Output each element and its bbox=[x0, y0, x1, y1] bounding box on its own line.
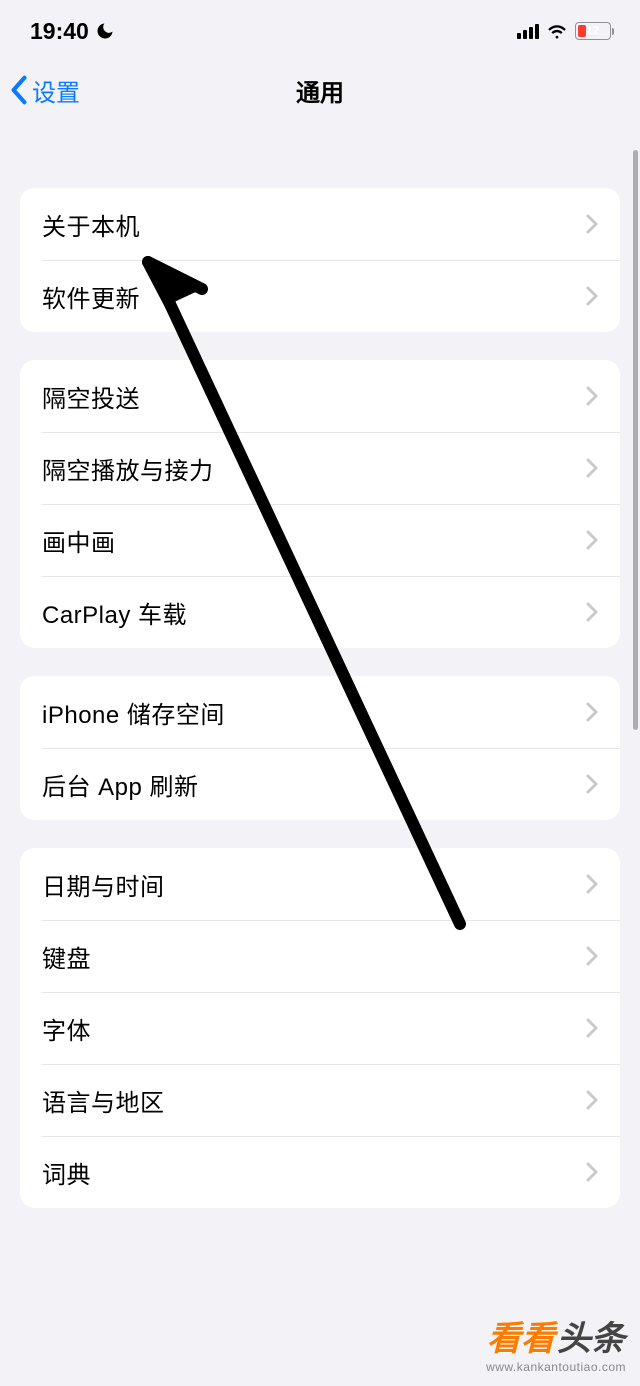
row-airdrop[interactable]: 隔空投送 bbox=[20, 360, 620, 432]
nav-bar: 设置 通用 bbox=[0, 58, 640, 140]
chevron-right-icon bbox=[586, 874, 598, 894]
status-bar: 19:40 12 bbox=[0, 0, 640, 58]
row-fonts[interactable]: 字体 bbox=[20, 992, 620, 1064]
row-language-region[interactable]: 语言与地区 bbox=[20, 1064, 620, 1136]
chevron-right-icon bbox=[586, 702, 598, 722]
row-label: 日期与时间 bbox=[42, 867, 165, 902]
row-label: 字体 bbox=[42, 1011, 91, 1046]
chevron-right-icon bbox=[586, 1018, 598, 1038]
row-airplay-handoff[interactable]: 隔空播放与接力 bbox=[20, 432, 620, 504]
chevron-right-icon bbox=[586, 386, 598, 406]
row-label: CarPlay 车载 bbox=[42, 595, 187, 630]
battery-percent: 12 bbox=[576, 23, 610, 39]
back-label: 设置 bbox=[32, 73, 80, 108]
dnd-moon-icon bbox=[95, 21, 115, 41]
row-background-app-refresh[interactable]: 后台 App 刷新 bbox=[20, 748, 620, 820]
row-label: 画中画 bbox=[42, 523, 116, 558]
row-date-time[interactable]: 日期与时间 bbox=[20, 848, 620, 920]
settings-group: 隔空投送 隔空播放与接力 画中画 CarPlay 车载 bbox=[20, 360, 620, 648]
row-label: 语言与地区 bbox=[42, 1083, 165, 1118]
back-button[interactable]: 设置 bbox=[10, 73, 80, 108]
chevron-right-icon bbox=[586, 530, 598, 550]
row-dictionary[interactable]: 词典 bbox=[20, 1136, 620, 1208]
row-label: 软件更新 bbox=[42, 279, 140, 314]
row-label: 后台 App 刷新 bbox=[42, 767, 199, 802]
row-carplay[interactable]: CarPlay 车载 bbox=[20, 576, 620, 648]
chevron-right-icon bbox=[586, 1090, 598, 1110]
row-label: 隔空播放与接力 bbox=[42, 451, 214, 486]
row-about[interactable]: 关于本机 bbox=[20, 188, 620, 260]
chevron-right-icon bbox=[586, 602, 598, 622]
row-keyboard[interactable]: 键盘 bbox=[20, 920, 620, 992]
chevron-right-icon bbox=[586, 214, 598, 234]
watermark: 看看 头条 www.kankantoutiao.com bbox=[486, 1311, 626, 1374]
row-pip[interactable]: 画中画 bbox=[20, 504, 620, 576]
row-label: 词典 bbox=[42, 1155, 91, 1190]
watermark-brand-b: 头条 bbox=[557, 1311, 625, 1360]
status-left: 19:40 bbox=[30, 18, 115, 45]
status-right: 12 bbox=[517, 22, 614, 40]
watermark-url: www.kankantoutiao.com bbox=[486, 1360, 626, 1374]
watermark-brand-a: 看看 bbox=[487, 1311, 555, 1360]
row-label: 关于本机 bbox=[42, 207, 140, 242]
chevron-left-icon bbox=[10, 75, 28, 105]
chevron-right-icon bbox=[586, 1162, 598, 1182]
content-area: 关于本机 软件更新 隔空投送 隔空播放与接力 画中画 CarPlay 车载 iP… bbox=[0, 188, 640, 1208]
row-label: 键盘 bbox=[42, 939, 91, 974]
row-label: 隔空投送 bbox=[42, 379, 140, 414]
battery-indicator: 12 bbox=[575, 22, 614, 40]
settings-group: 关于本机 软件更新 bbox=[20, 188, 620, 332]
chevron-right-icon bbox=[586, 946, 598, 966]
row-software-update[interactable]: 软件更新 bbox=[20, 260, 620, 332]
row-label: iPhone 储存空间 bbox=[42, 695, 225, 730]
settings-group: 日期与时间 键盘 字体 语言与地区 词典 bbox=[20, 848, 620, 1208]
row-iphone-storage[interactable]: iPhone 储存空间 bbox=[20, 676, 620, 748]
chevron-right-icon bbox=[586, 286, 598, 306]
chevron-right-icon bbox=[586, 774, 598, 794]
chevron-right-icon bbox=[586, 458, 598, 478]
status-time: 19:40 bbox=[30, 18, 89, 45]
scrollbar[interactable] bbox=[633, 150, 638, 730]
settings-group: iPhone 储存空间 后台 App 刷新 bbox=[20, 676, 620, 820]
page-title: 通用 bbox=[296, 73, 344, 108]
cellular-signal-icon bbox=[517, 23, 539, 39]
wifi-icon bbox=[546, 23, 568, 39]
